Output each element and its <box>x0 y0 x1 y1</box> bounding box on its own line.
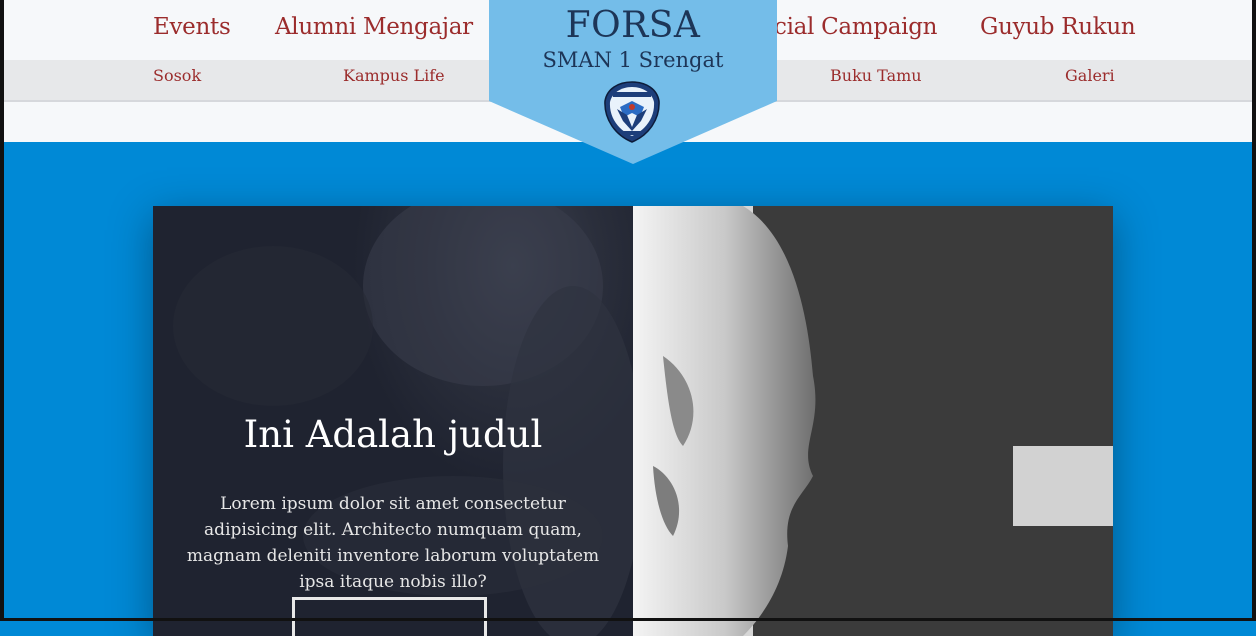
statue-illustration <box>633 206 1113 636</box>
nav-galeri[interactable]: Galeri <box>1065 66 1115 85</box>
nav-alumni-mengajar[interactable]: Alumni Mengajar <box>275 14 473 40</box>
nav-buku-tamu[interactable]: Buku Tamu <box>830 66 922 85</box>
nav-guyub-rukun[interactable]: Guyub Rukun <box>980 14 1136 40</box>
hero-cta-button[interactable] <box>292 597 487 636</box>
brand-badge[interactable]: FORSA SMAN 1 Srengat <box>489 0 777 164</box>
nav-sosok[interactable]: Sosok <box>153 66 201 85</box>
brand-subtitle: SMAN 1 Srengat <box>542 48 724 72</box>
hero-text-panel: Ini Adalah judul Lorem ipsum dolor sit a… <box>153 206 633 636</box>
nav-events[interactable]: Events <box>153 14 231 40</box>
statue-photo <box>633 206 1113 636</box>
brand-title: FORSA <box>565 5 701 46</box>
school-crest-icon <box>604 81 660 143</box>
hero-title: Ini Adalah judul <box>243 413 543 456</box>
hero-description: Lorem ipsum dolor sit amet consectetur a… <box>186 494 600 592</box>
hero-card: Ini Adalah judul Lorem ipsum dolor sit a… <box>153 206 1113 636</box>
nav-kampus-life[interactable]: Kampus Life <box>343 66 445 85</box>
